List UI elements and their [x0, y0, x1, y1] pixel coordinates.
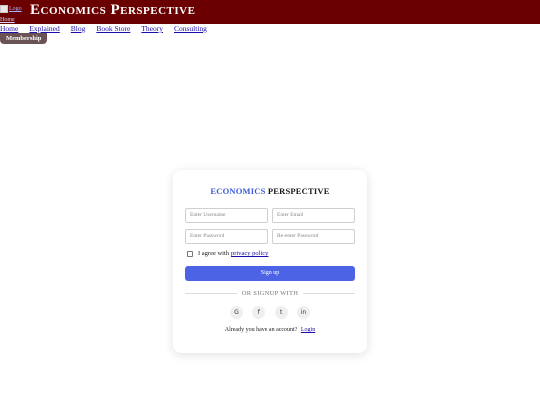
- google-icon[interactable]: G: [230, 306, 243, 319]
- divider-line-right: [303, 293, 355, 294]
- linkedin-icon[interactable]: in: [296, 306, 310, 319]
- signup-button[interactable]: Sign up: [185, 266, 355, 281]
- or-signup-divider: OR SIGNUP WITH: [185, 289, 355, 298]
- social-signup-buttons: G f t in: [230, 306, 310, 319]
- logo-alt-text: Logo: [9, 6, 22, 12]
- nav-link-theory[interactable]: Theory: [141, 24, 163, 34]
- nav-link-blog[interactable]: Blog: [71, 24, 86, 34]
- logo-image[interactable]: Logo: [0, 4, 22, 14]
- nav-link-book-store[interactable]: Book Store: [96, 24, 130, 34]
- agree-row: I agree with privacy policy: [187, 249, 268, 258]
- nav-link-consulting[interactable]: Consulting: [174, 24, 207, 34]
- logo-home-link[interactable]: Home: [0, 17, 15, 24]
- facebook-icon[interactable]: f: [252, 306, 266, 319]
- title-part-perspective: PERSPECTIVE: [267, 186, 330, 196]
- login-prompt: Already you have an account? Login: [173, 327, 367, 333]
- membership-button[interactable]: Membership: [0, 33, 48, 44]
- agree-label: I agree with: [198, 250, 230, 257]
- signup-card-title: ECONOMICS PERSPECTIVE: [173, 186, 367, 197]
- site-brand-title[interactable]: Economics Perspective: [30, 1, 195, 19]
- agree-checkbox[interactable]: [187, 250, 193, 257]
- broken-image-icon: [0, 5, 8, 13]
- email-input[interactable]: Enter Email: [272, 208, 355, 223]
- username-input[interactable]: Enter Username: [185, 208, 268, 223]
- signup-card: ECONOMICS PERSPECTIVE Enter Username Ent…: [173, 170, 367, 353]
- login-link[interactable]: Login: [301, 327, 315, 333]
- divider-line-left: [185, 293, 237, 294]
- repassword-input[interactable]: Re-enter Password: [272, 229, 355, 244]
- password-input[interactable]: Enter Password: [185, 229, 268, 244]
- privacy-policy-link[interactable]: privacy policy: [231, 250, 268, 257]
- twitter-icon[interactable]: t: [274, 306, 288, 319]
- have-account-text: Already you have an account?: [224, 327, 298, 333]
- top-header-bar: Logo Economics Perspective Home: [0, 0, 540, 24]
- title-part-economics: ECONOMICS: [210, 186, 266, 196]
- divider-text: OR SIGNUP WITH: [241, 290, 299, 297]
